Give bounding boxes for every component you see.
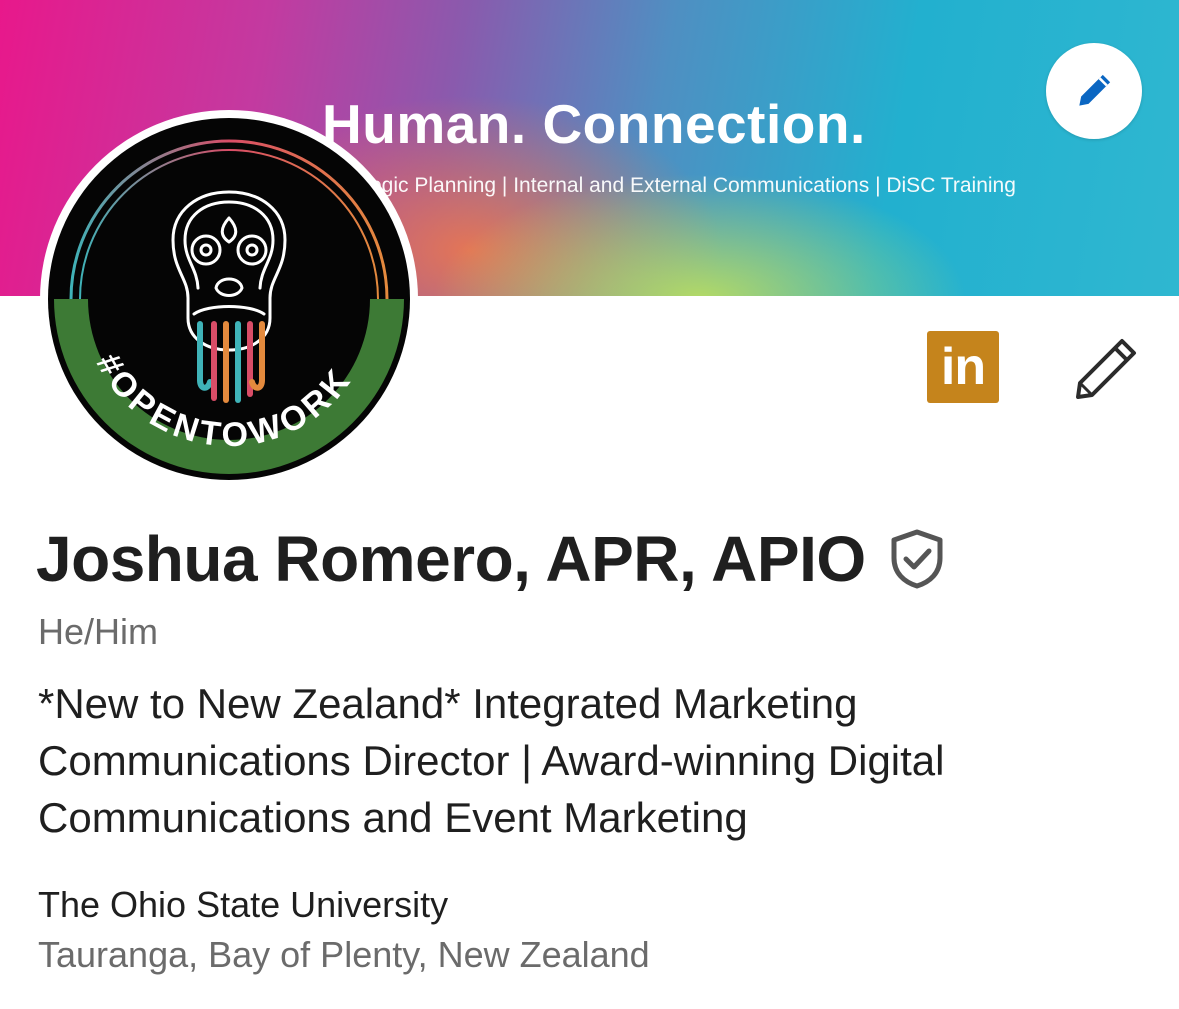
pencil-icon	[1079, 74, 1111, 106]
profile-headline: *New to New Zealand* Integrated Marketin…	[38, 680, 945, 841]
edit-banner-button[interactable]	[1046, 43, 1142, 139]
profile-photo[interactable]: #OPENTOWORK	[40, 110, 418, 488]
pronouns: He/Him	[38, 611, 159, 652]
edit-profile-button[interactable]	[1070, 333, 1142, 405]
education[interactable]: The Ohio State University	[38, 884, 448, 926]
avatar-image: #OPENTOWORK	[48, 118, 410, 480]
profile-name: Joshua Romero, APR, APIO	[36, 523, 866, 595]
linkedin-badge[interactable]: in	[927, 331, 999, 403]
banner-subline: egic Planning | Internal and External Co…	[370, 174, 1016, 197]
pencil-icon	[1076, 339, 1136, 399]
name-row: Joshua Romero, APR, APIO	[36, 522, 946, 596]
location: Tauranga, Bay of Plenty, New Zealand	[38, 934, 650, 975]
verified-shield-icon[interactable]	[888, 528, 946, 590]
